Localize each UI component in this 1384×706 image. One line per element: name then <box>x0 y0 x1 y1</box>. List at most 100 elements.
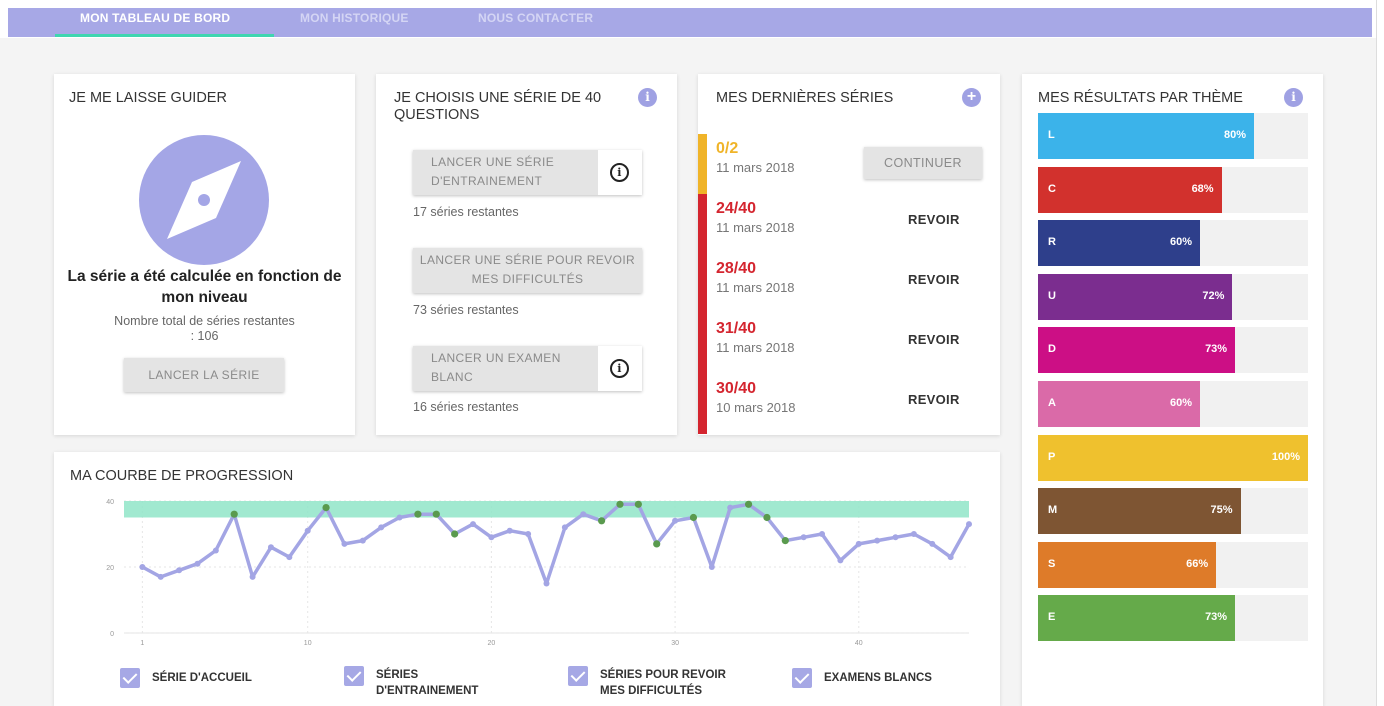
data-point <box>561 524 568 531</box>
theme-progress-bar: E 73% <box>1038 595 1236 642</box>
guide-card-title: JE ME LAISSE GUIDER <box>69 90 227 106</box>
series-score: 31/40 <box>716 320 757 337</box>
legend-checkbox-accueil[interactable] <box>120 668 140 688</box>
x-tick-label: 20 <box>487 640 495 647</box>
series-status-bar <box>698 374 707 434</box>
recent-card-title: MES DERNIÈRES SÉRIES <box>716 90 894 106</box>
data-point <box>800 534 807 541</box>
guide-card: JE ME LAISSE GUIDER La série a été calcu… <box>54 74 355 435</box>
x-tick-label: 10 <box>304 640 312 647</box>
theme-progress-bar: U 72% <box>1038 273 1233 320</box>
theme-letter: L <box>1048 129 1055 141</box>
review-button[interactable]: REVOIR <box>908 392 960 407</box>
data-point <box>267 544 274 551</box>
y-tick-label: 20 <box>106 565 114 572</box>
series-score: 0/2 <box>716 140 739 157</box>
legend-label-difficultes: SÉRIES POUR REVOIR MES DIFFICULTÉS <box>600 669 726 697</box>
theme-percent: 73% <box>1205 611 1228 624</box>
series-date: 11 mars 2018 <box>716 220 795 235</box>
theme-progress-bar: C 68% <box>1038 166 1222 213</box>
launch-difficulties-button[interactable]: LANCER UNE SÉRIE POUR REVOIR MES DIFFICU… <box>413 248 642 293</box>
data-point <box>212 547 219 554</box>
guide-remaining-count: Nombre total de séries restantes : 106 <box>114 314 295 343</box>
legend-checkbox-difficultes[interactable] <box>568 666 588 686</box>
continue-button[interactable]: CONTINUER <box>864 147 982 179</box>
theme-row-u: U 72% <box>1038 273 1308 320</box>
theme-letter: P <box>1048 450 1056 463</box>
recent-series-item[interactable]: 0/2 11 mars 2018 CONTINUER <box>698 134 998 194</box>
theme-row-m: M 75% <box>1038 488 1308 535</box>
recent-series-item[interactable]: 31/40 11 mars 2018 REVOIR <box>698 314 998 374</box>
theme-percent: 60% <box>1169 397 1192 409</box>
recent-series-item[interactable]: 30/40 10 mars 2018 REVOIR <box>698 374 998 434</box>
data-point <box>874 537 881 544</box>
data-point <box>525 531 532 537</box>
launch-exam-button[interactable]: LANCER UN EXAMEN BLANC i <box>413 346 642 391</box>
recent-series-item[interactable]: 28/40 11 mars 2018 REVOIR <box>698 254 998 314</box>
series-date: 11 mars 2018 <box>716 340 795 355</box>
recent-series-card: MES DERNIÈRES SÉRIES + 0/2 11 mars 2018 … <box>698 74 1000 435</box>
theme-percent: 75% <box>1210 504 1233 517</box>
legend-checkbox-entrainement[interactable] <box>344 666 364 686</box>
x-tick-label: 30 <box>671 640 679 647</box>
training-info-button[interactable]: i <box>598 150 642 195</box>
info-circle-icon: i <box>610 163 629 182</box>
training-remaining: 17 séries restantes <box>413 205 519 219</box>
nav-tab-contact[interactable]: NOUS CONTACTER <box>478 11 593 25</box>
nav-tab-history[interactable]: MON HISTORIQUE <box>300 11 409 25</box>
legend-label-entrainement: SÉRIES D'ENTRAINEMENT <box>376 669 479 697</box>
theme-letter: U <box>1048 289 1056 302</box>
theme-letter: D <box>1048 343 1056 356</box>
y-tick-label: 0 <box>110 631 114 638</box>
theme-progress-bar: D 73% <box>1038 327 1236 374</box>
data-point <box>157 573 164 580</box>
theme-letter: A <box>1048 397 1056 409</box>
legend-checkbox-examens[interactable] <box>792 668 812 688</box>
add-series-icon[interactable]: + <box>962 88 981 107</box>
series-status-bar <box>698 194 707 254</box>
data-point <box>672 517 679 524</box>
info-icon[interactable]: i <box>1284 88 1303 107</box>
data-point <box>947 554 954 561</box>
theme-progress-bar: A 60% <box>1038 381 1200 427</box>
data-point <box>580 511 587 518</box>
data-point-success <box>414 510 422 518</box>
launch-training-button[interactable]: LANCER UNE SÉRIE D'ENTRAINEMENT i <box>413 150 642 195</box>
theme-letter: R <box>1048 236 1056 249</box>
data-point <box>359 537 366 544</box>
theme-row-c: C 68% <box>1038 166 1308 213</box>
data-point <box>249 573 256 580</box>
theme-letter: C <box>1048 182 1056 195</box>
series-date: 11 mars 2018 <box>716 160 795 175</box>
data-point-success <box>230 510 238 518</box>
data-point-success <box>451 530 459 538</box>
data-point <box>176 567 183 574</box>
data-point <box>929 540 936 547</box>
data-point <box>341 540 348 547</box>
series-date: 11 mars 2018 <box>716 280 795 295</box>
review-button[interactable]: REVOIR <box>908 212 960 227</box>
data-point-success <box>763 513 771 522</box>
data-point <box>837 557 844 564</box>
results-card-title: MES RÉSULTATS PAR THÈME <box>1038 90 1243 106</box>
theme-row-a: A 60% <box>1038 381 1308 427</box>
launch-difficulties-label: LANCER UNE SÉRIE POUR REVOIR MES DIFFICU… <box>419 253 636 286</box>
data-point-success <box>634 500 642 508</box>
x-tick-label: 40 <box>855 640 863 647</box>
choose-card-title: JE CHOISIS UNE SÉRIE DE 40 QUESTIONS <box>394 90 602 123</box>
info-icon[interactable]: i <box>638 88 657 107</box>
data-point <box>286 554 293 561</box>
exam-info-button[interactable]: i <box>598 346 642 391</box>
theme-progress-bar: L 80% <box>1038 113 1254 159</box>
recent-series-item[interactable]: 24/40 11 mars 2018 REVOIR <box>698 194 998 254</box>
nav-tab-dashboard[interactable]: MON TABLEAU DE BORD <box>80 11 230 25</box>
data-point-success <box>322 504 330 512</box>
review-button[interactable]: REVOIR <box>908 332 960 347</box>
review-button[interactable]: REVOIR <box>908 272 960 287</box>
theme-progress-bar: P 100% <box>1038 434 1308 481</box>
data-point-success <box>598 517 606 525</box>
data-point-success <box>616 500 624 508</box>
launch-series-button[interactable]: LANCER LA SÉRIE <box>124 358 284 392</box>
data-point-success <box>653 540 661 548</box>
series-score: 28/40 <box>716 260 757 277</box>
